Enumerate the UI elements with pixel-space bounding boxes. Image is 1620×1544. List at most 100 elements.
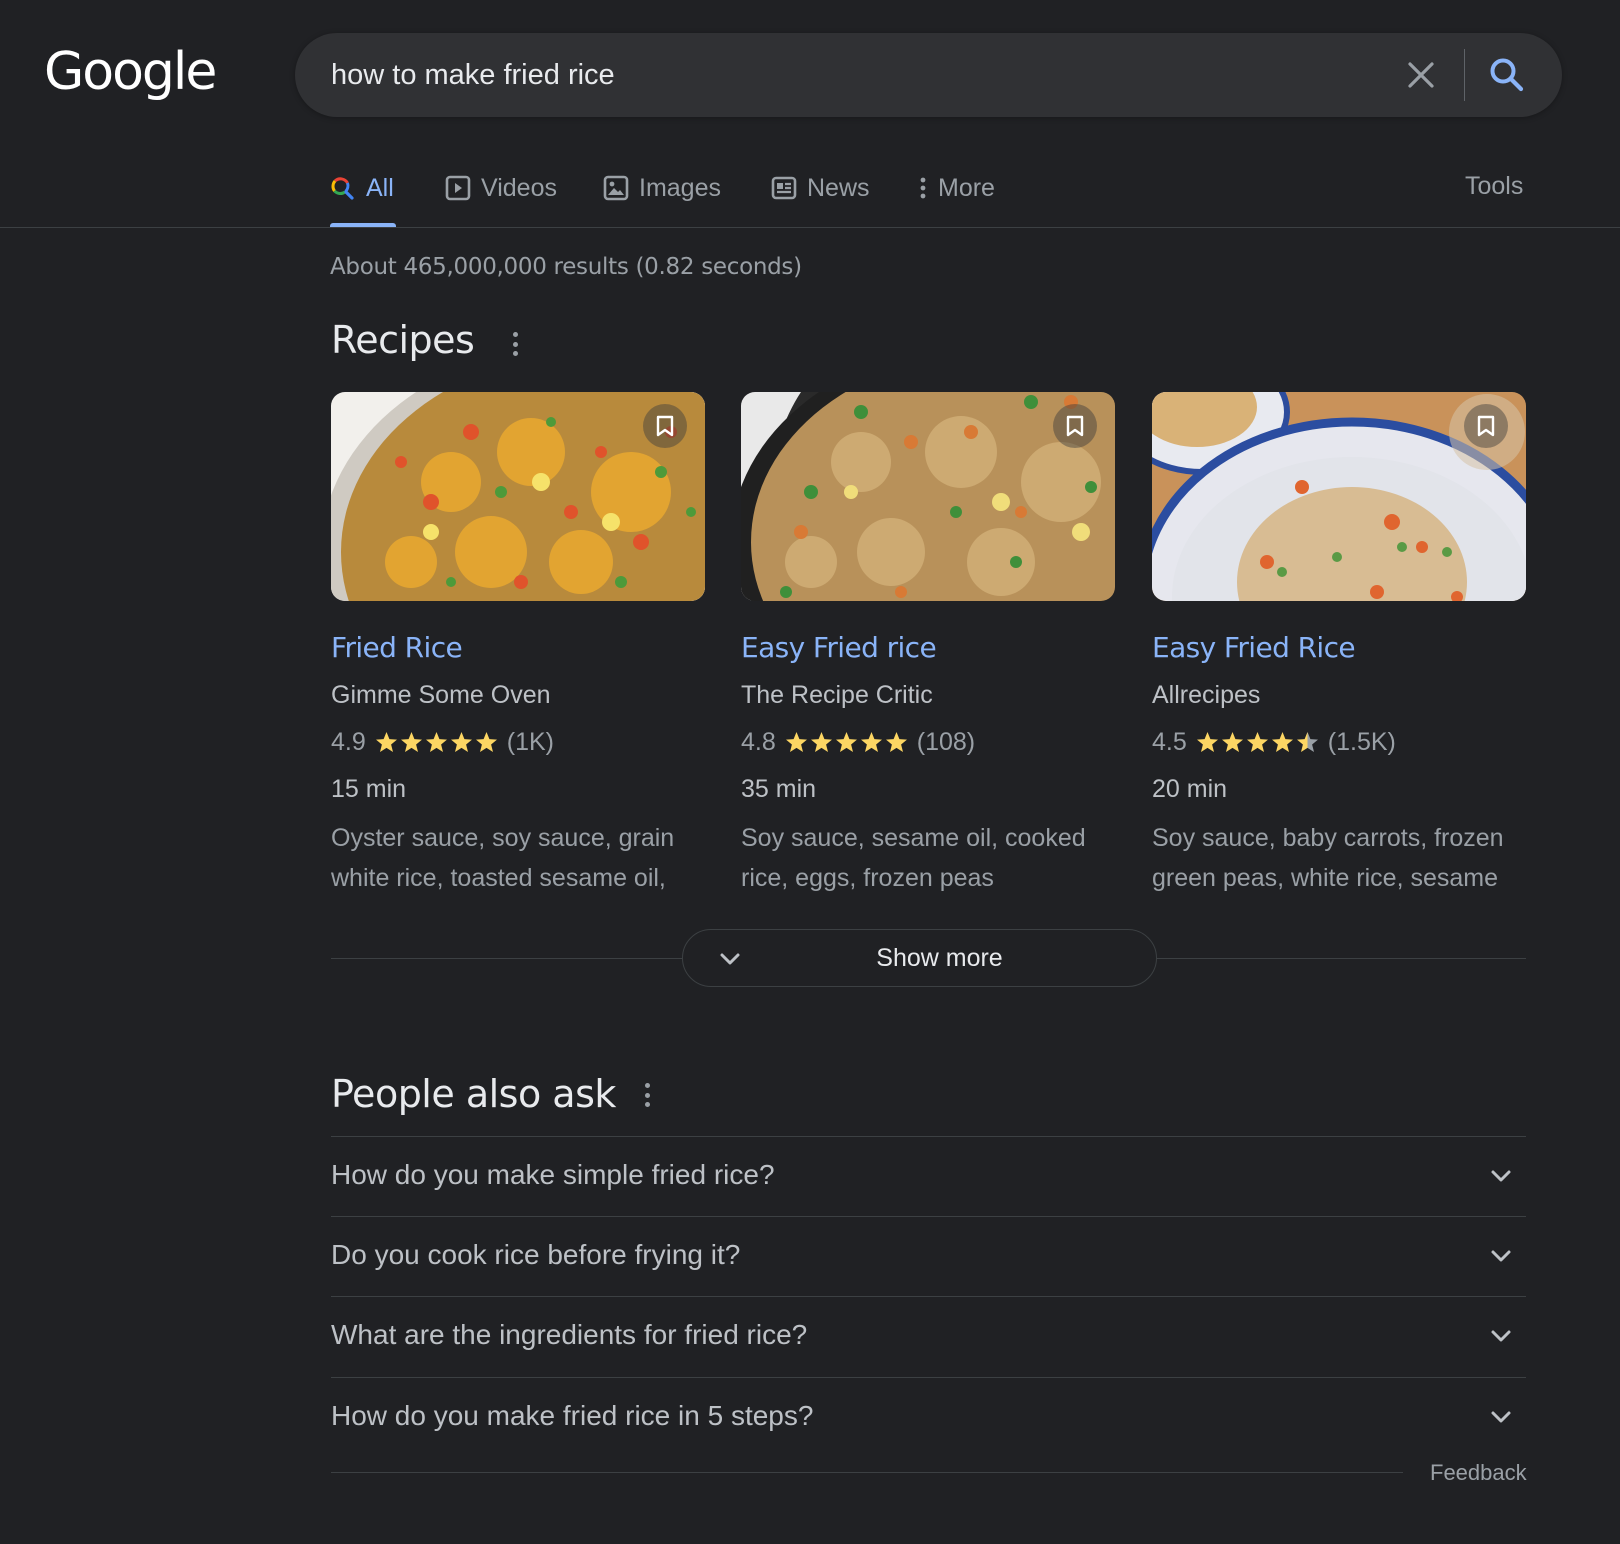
- star-full-icon: [375, 732, 397, 752]
- recipe-time: 35 min: [741, 775, 817, 803]
- recipe-card[interactable]: Fried Rice Gimme Some Oven 4.9 (1K) 15 m…: [331, 392, 705, 898]
- tab-label: Videos: [481, 173, 557, 202]
- tab-label: Images: [639, 173, 721, 202]
- recipes-more-options[interactable]: [509, 330, 521, 358]
- recipe-title[interactable]: Easy Fried rice: [741, 631, 1115, 664]
- search-icon: [331, 177, 354, 200]
- star-rating: [784, 730, 909, 755]
- save-recipe-button[interactable]: [1053, 404, 1097, 448]
- image-icon: [603, 175, 629, 201]
- recipe-image[interactable]: [331, 392, 705, 601]
- save-recipe-button[interactable]: [1464, 404, 1508, 448]
- clear-search-button[interactable]: [1401, 55, 1441, 95]
- recipe-ingredients: Oyster sauce, soy sauce, grain white ric…: [331, 824, 675, 892]
- recipe-title[interactable]: Fried Rice: [331, 631, 705, 664]
- recipe-rating: 4.8 (108): [741, 728, 1115, 757]
- recipe-source: Gimme Some Oven: [331, 681, 551, 709]
- star-full-icon: [1271, 732, 1293, 752]
- recipe-card[interactable]: Easy Fried Rice Allrecipes 4.5 (1.5K) 20…: [1152, 392, 1526, 898]
- rating-value: 4.5: [1152, 728, 1187, 756]
- people-also-ask-heading: People also ask: [331, 1072, 616, 1116]
- star-full-icon: [835, 732, 857, 752]
- paa-question[interactable]: What are the ingredients for fried rice?: [331, 1296, 1526, 1377]
- show-more-button[interactable]: Show more: [682, 929, 1157, 987]
- star-rating: [1195, 730, 1320, 755]
- paa-question-text: Do you cook rice before frying it?: [331, 1239, 741, 1270]
- star-full-icon: [1246, 732, 1268, 752]
- star-rating: [374, 730, 499, 755]
- search-box: [295, 33, 1562, 117]
- dot: [644, 1083, 650, 1088]
- recipe-card[interactable]: Easy Fried rice The Recipe Critic 4.8 (1…: [741, 392, 1115, 898]
- search-box-divider: [1464, 49, 1465, 101]
- recipe-source: The Recipe Critic: [741, 681, 933, 709]
- star-full-icon: [1221, 732, 1243, 752]
- dot: [512, 351, 518, 356]
- rating-value: 4.8: [741, 728, 776, 756]
- star-half-icon: [1296, 732, 1318, 752]
- dot: [512, 341, 518, 347]
- recipe-time: 15 min: [331, 775, 407, 803]
- dot: [644, 1092, 650, 1098]
- review-count: (1K): [506, 728, 554, 756]
- recipe-rating: 4.5 (1.5K): [1152, 728, 1526, 757]
- tab-news[interactable]: News: [771, 164, 870, 212]
- star-full-icon: [785, 732, 807, 752]
- review-count: (108): [916, 728, 976, 756]
- paa-question-text: How do you make simple fried rice?: [331, 1159, 775, 1190]
- review-count: (1.5K): [1327, 728, 1396, 756]
- star-full-icon: [860, 732, 882, 752]
- chevron-down-icon: [1491, 1330, 1511, 1342]
- save-recipe-button[interactable]: [643, 404, 687, 448]
- paa-more-options[interactable]: [641, 1081, 653, 1109]
- search-input[interactable]: [331, 33, 1361, 117]
- recipe-image[interactable]: [1152, 392, 1526, 601]
- paa-question-text: What are the ingredients for fried rice?: [331, 1319, 808, 1350]
- tab-more[interactable]: More: [918, 164, 995, 212]
- star-full-icon: [475, 732, 497, 752]
- paa-bottom-divider: [331, 1472, 1403, 1473]
- news-icon: [771, 176, 797, 200]
- recipe-ingredients: Soy sauce, sesame oil, cooked rice, eggs…: [741, 824, 1086, 892]
- star-full-icon: [400, 732, 422, 752]
- tab-videos[interactable]: Videos: [445, 164, 557, 212]
- recipes-heading: Recipes: [331, 318, 475, 362]
- star-full-icon: [425, 732, 447, 752]
- paa-question[interactable]: How do you make simple fried rice?: [331, 1136, 1526, 1217]
- tab-all[interactable]: All: [330, 164, 394, 212]
- recipe-title[interactable]: Easy Fried Rice: [1152, 631, 1526, 664]
- google-logo[interactable]: Google: [44, 42, 217, 102]
- chevron-down-icon: [1491, 1170, 1511, 1182]
- paa-question[interactable]: Do you cook rice before frying it?: [331, 1216, 1526, 1297]
- search-icon: [1490, 58, 1524, 92]
- tab-images[interactable]: Images: [603, 164, 721, 212]
- rating-value: 4.9: [331, 728, 366, 756]
- feedback-link[interactable]: Feedback: [1430, 1460, 1527, 1486]
- bookmark-icon: [1066, 415, 1084, 437]
- tab-label: All: [366, 173, 394, 202]
- recipe-time: 20 min: [1152, 775, 1228, 803]
- star-full-icon: [885, 732, 907, 752]
- dot: [644, 1102, 650, 1107]
- bookmark-icon: [656, 415, 674, 437]
- star-full-icon: [450, 732, 472, 752]
- search-button[interactable]: [1485, 53, 1529, 97]
- recipe-image[interactable]: [741, 392, 1115, 601]
- star-full-icon: [810, 732, 832, 752]
- show-more-label: Show more: [876, 944, 1003, 972]
- tools-button[interactable]: Tools: [1465, 172, 1523, 201]
- paa-question[interactable]: How do you make fried rice in 5 steps?: [331, 1377, 1526, 1458]
- dot: [512, 332, 518, 337]
- header-divider: [0, 227, 1620, 228]
- chevron-down-icon: [1491, 1411, 1511, 1423]
- kebab-icon: [920, 177, 926, 199]
- header: Google All: [0, 0, 1620, 228]
- recipe-rating: 4.9 (1K): [331, 728, 705, 757]
- recipe-source: Allrecipes: [1152, 681, 1261, 709]
- paa-question-text: How do you make fried rice in 5 steps?: [331, 1400, 814, 1431]
- result-stats: About 465,000,000 results (0.82 seconds): [330, 254, 802, 280]
- tab-label: News: [807, 173, 870, 202]
- play-icon: [445, 175, 471, 201]
- bookmark-icon: [1477, 415, 1495, 437]
- chevron-down-icon: [1491, 1250, 1511, 1262]
